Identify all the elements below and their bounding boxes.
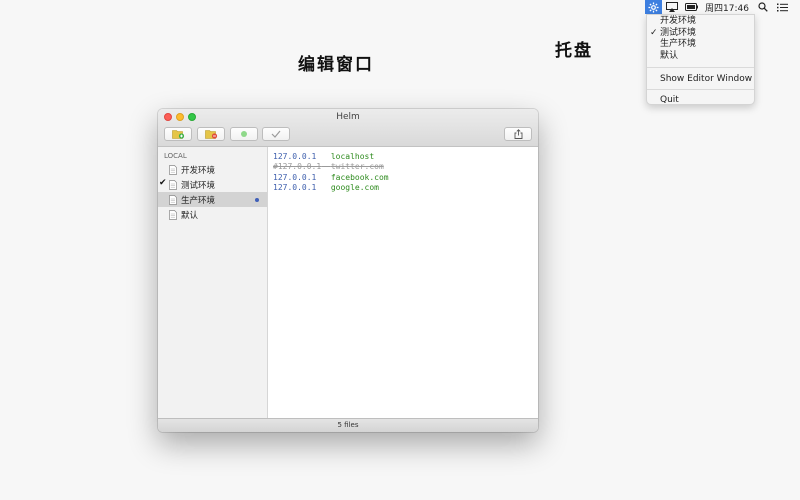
menu-divider [647,67,754,68]
sidebar-item-label: 测试环境 [181,180,216,191]
apply-button[interactable] [262,127,290,141]
sidebar-item-dev[interactable]: 开发环境 [158,162,267,177]
show-editor-window-item[interactable]: Show Editor Window [647,72,754,86]
host-name: google.com [330,183,379,193]
enable-dot-icon [241,131,247,137]
host-line: 127.0.0.1 google.com [273,183,538,193]
host-ip: 127.0.0.1 [273,183,317,193]
menu-divider [647,89,754,90]
airplay-icon[interactable] [662,0,682,14]
editor-window: Helm LOCAL 开发环境 ✔ 测试环境 生产环境 默认 127.0.0.1… [158,109,538,432]
file-icon [169,194,177,205]
sidebar-item-label: 开发环境 [181,165,216,176]
tray-menu-item-label: 测试环境 [660,27,697,38]
window-body: LOCAL 开发环境 ✔ 测试环境 生产环境 默认 127.0.0.1 loca… [158,147,538,418]
host-ip: 127.0.0.1 [273,172,317,182]
tray-menu-item-dev[interactable]: 开发环境 [647,16,754,28]
toolbar [164,127,532,141]
tray-menu: 开发环境 ✓ 测试环境 生产环境 默认 Show Editor Window Q… [646,14,755,105]
tray-menu-item-label: 开发环境 [660,16,697,26]
sidebar-header: LOCAL [164,152,187,160]
title-bar[interactable]: Helm [158,109,538,147]
host-name: twitter.com [330,162,384,172]
tray-menu-item-label: 默认 [660,50,679,61]
hosts-editor[interactable]: 127.0.0.1 localhost #127.0.0.1 twitter.c… [268,147,538,418]
checkmark-icon: ✔ [159,178,167,188]
sidebar-item-label: 生产环境 [181,195,216,206]
list-icon[interactable] [775,0,791,14]
host-line: 127.0.0.1 facebook.com [273,173,538,183]
sidebar-item-label: 默认 [181,210,199,221]
tray-menu-item-default[interactable]: 默认 [647,51,754,63]
host-separator [316,152,330,161]
add-file-button[interactable] [164,127,192,141]
annotation-tray: 托盘 [555,41,593,61]
gear-icon[interactable] [645,0,662,14]
tray-menu-item-test[interactable]: ✓ 测试环境 [647,28,754,40]
host-ip: 127.0.0.1 [273,152,317,161]
search-icon[interactable] [755,0,771,14]
host-separator [321,162,331,171]
checkmark-icon: ✓ [650,27,658,38]
host-ip: #127.0.0.1 [273,162,322,172]
host-line: 127.0.0.1 localhost [273,152,538,162]
menubar-clock[interactable]: 周四17:46 [705,0,749,14]
menu-bar: 周四17:46 [640,0,800,14]
sidebar-item-prod[interactable]: 生产环境 [158,192,267,207]
remove-file-button[interactable] [197,127,225,141]
remove-file-icon [204,130,217,139]
sidebar: LOCAL 开发环境 ✔ 测试环境 生产环境 默认 [158,147,268,418]
enable-button[interactable] [230,127,258,141]
quit-item[interactable]: Quit [647,93,754,107]
sidebar-item-test[interactable]: ✔ 测试环境 [158,177,267,192]
tray-menu-item-prod[interactable]: 生产环境 [647,39,754,51]
host-separator [316,183,330,192]
file-icon [169,164,177,175]
status-bar: 5 files [158,418,538,432]
window-title: Helm [336,112,360,122]
checkmark-icon [271,130,281,138]
file-icon [169,179,177,190]
add-file-icon [171,130,184,139]
annotation-editor-window: 编辑窗口 [298,55,374,75]
host-name: localhost [330,152,375,161]
tray-menu-item-label: 生产环境 [660,39,697,49]
sidebar-item-default[interactable]: 默认 [158,207,267,222]
share-button[interactable] [504,127,532,141]
share-icon [514,129,522,139]
battery-icon[interactable] [682,0,700,14]
host-name: facebook.com [330,172,389,182]
host-line-commented: #127.0.0.1 twitter.com [273,162,538,172]
modified-dot-icon [255,198,259,202]
host-separator [316,173,330,182]
file-icon [169,209,177,220]
